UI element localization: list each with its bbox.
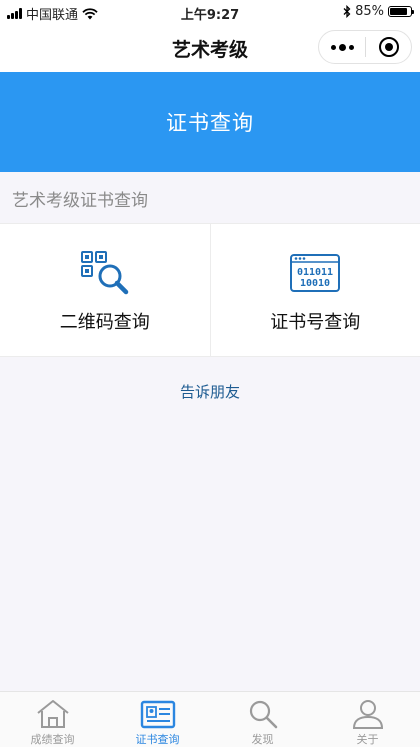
banner-title: 证书查询	[166, 111, 254, 135]
mini-program-capsule	[318, 30, 412, 64]
cert-number-query-label: 证书号查询	[270, 312, 361, 333]
qr-query-card[interactable]: 二维码查询	[0, 224, 210, 356]
battery-percent: 85%	[355, 4, 384, 19]
tab-label: 关于	[356, 733, 379, 746]
tab-bar: 成绩查询 证书查询 发现 关于	[0, 691, 420, 747]
tab-label: 证书查询	[135, 733, 180, 746]
tab-label: 成绩查询	[30, 733, 75, 746]
nav-bar: 艺术考级	[0, 24, 420, 72]
svg-text:10010: 10010	[300, 278, 330, 289]
qr-search-icon	[80, 248, 130, 298]
query-cards: 二维码查询 011011 10010 证书号查询	[0, 223, 420, 357]
home-icon	[35, 698, 71, 730]
section-label: 艺术考级证书查询	[12, 191, 148, 211]
battery-icon	[388, 6, 414, 17]
binary-code-icon: 011011 10010	[290, 248, 341, 298]
tab-score-query[interactable]: 成绩查询	[0, 692, 105, 747]
tab-certificate-query[interactable]: 证书查询	[105, 692, 210, 747]
svg-text:011011: 011011	[297, 267, 333, 278]
certificate-icon	[140, 698, 176, 730]
user-icon	[350, 698, 386, 730]
page-banner: 证书查询	[0, 72, 420, 172]
more-icon[interactable]	[319, 31, 365, 63]
search-icon	[245, 698, 281, 730]
close-target-icon[interactable]	[366, 31, 411, 63]
status-right: 85%	[343, 4, 414, 19]
bluetooth-icon	[343, 5, 351, 18]
cert-number-query-card[interactable]: 011011 10010 证书号查询	[209, 224, 420, 356]
status-bar: 中国联通 上午9:27 85%	[0, 0, 420, 24]
tab-about[interactable]: 关于	[315, 692, 420, 747]
share-link[interactable]: 告诉朋友	[0, 381, 420, 402]
qr-query-label: 二维码查询	[59, 312, 150, 333]
tab-discover[interactable]: 发现	[210, 692, 315, 747]
battery-level	[390, 8, 407, 15]
tab-label: 发现	[251, 733, 274, 746]
